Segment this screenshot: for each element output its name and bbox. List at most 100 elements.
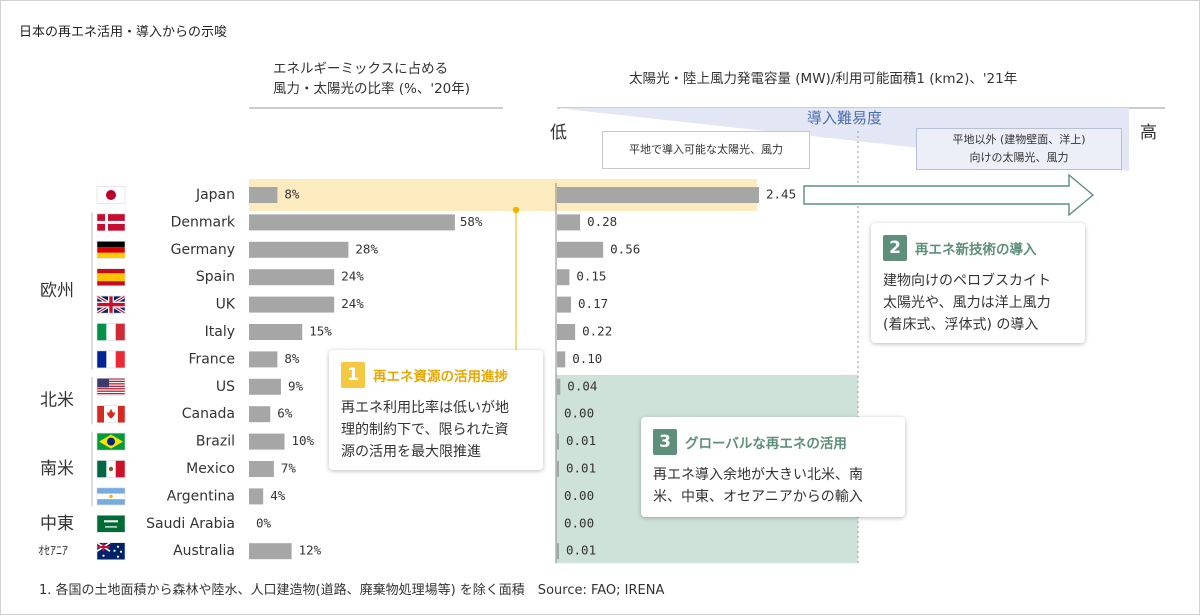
left-bar-japan <box>249 187 278 203</box>
country-label: Brazil <box>196 434 235 450</box>
slide: 日本の再エネ活用・導入からの示唆 エネルギーミックスに占める 風力・太陽光の比率… <box>0 0 1200 615</box>
italy-flag <box>96 323 126 341</box>
left-bar-canada <box>249 406 271 423</box>
right-bar-us <box>557 378 561 395</box>
flag-part <box>108 466 114 472</box>
card3-line1: 再エネ導入余地が大きい北米、南 <box>653 467 863 483</box>
right-bar-germany <box>557 241 604 258</box>
right-value-label: 0.00 <box>564 406 594 421</box>
flag-part <box>97 515 125 533</box>
card3-title: グローバルな再エネの活用 <box>685 436 847 452</box>
left-value-label: 8% <box>284 351 300 366</box>
non-flat-land-label: 平地以外 (建物壁面、洋上) 向けの太陽光、風力 <box>916 128 1122 170</box>
flat-land-label: 平地で導入可能な太陽光、風力 <box>602 131 810 169</box>
card2-number-badge: 2 <box>883 235 907 261</box>
country-label: Spain <box>196 269 235 285</box>
flag-part <box>115 460 125 478</box>
non-flat-label-line2: 向けの太陽光、風力 <box>969 151 1069 164</box>
difficulty-low-label: 低 <box>550 123 567 143</box>
left-value-label: 12% <box>299 543 322 558</box>
country-label: Australia <box>173 543 235 559</box>
right-value-label: 0.00 <box>564 488 594 503</box>
card2-body: 建物向けのペロブスカイト 太陽光や、風力は洋上風力 (着床式、浮体式) の導入 <box>883 270 1051 336</box>
right-bar-uk <box>557 296 572 313</box>
right-value-label: 0.28 <box>587 214 617 229</box>
uk-flag <box>96 294 126 315</box>
right-bar-italy <box>557 324 576 340</box>
country-label: Argentina <box>167 488 235 504</box>
region-label: 南米 <box>40 459 74 479</box>
left-bar-germany <box>249 241 349 258</box>
flag-part <box>97 393 125 395</box>
country-label: US <box>216 379 235 395</box>
card2-line2: 太陽光や、風力は洋上風力 <box>883 295 1051 311</box>
flag-part <box>109 494 113 499</box>
left-bar-argentina <box>249 488 264 505</box>
country-label: Saudi Arabia <box>146 516 235 532</box>
card3-body: 再エネ導入余地が大きい北米、南 米、中東、オセアニアからの輸入 <box>653 464 863 508</box>
card1-line3: 源の活用を最大限推進 <box>341 444 481 460</box>
flag-part <box>115 350 125 368</box>
flag-part <box>97 252 125 259</box>
non-flat-label-line1: 平地以外 (建物壁面、洋上) <box>952 133 1086 146</box>
flag-part <box>97 302 125 307</box>
left-value-label: 0% <box>256 515 272 530</box>
denmark-flag <box>96 213 126 232</box>
australia-flag <box>96 542 126 561</box>
insight-card-1: 1 再エネ資源の活用進捗 再エネ利用比率は低いが地 理的制約下で、限られた資 源… <box>329 350 543 470</box>
right-value-label: 0.01 <box>566 433 596 448</box>
left-bar-france <box>249 351 278 368</box>
argentina-flag <box>96 487 126 506</box>
right-value-label: 0.22 <box>582 324 612 339</box>
right-bar-france <box>557 351 566 368</box>
left-value-label: 9% <box>288 378 304 393</box>
region-label: 欧州 <box>40 281 74 301</box>
region-label: 北米 <box>40 391 74 411</box>
insight-card-2: 2 再エネ新技術の導入 建物向けのペロブスカイト 太陽光や、風力は洋上風力 (着… <box>871 223 1085 343</box>
card1-line2: 理的制約下で、限られた資 <box>341 422 509 438</box>
left-bar-denmark <box>249 214 455 231</box>
card1-number-badge: 1 <box>341 362 365 388</box>
left-value-label: 10% <box>292 433 315 448</box>
country-label: UK <box>216 297 236 313</box>
flag-part <box>97 405 104 423</box>
card1-title: 再エネ資源の活用進捗 <box>373 369 508 385</box>
flag-part <box>97 390 125 392</box>
insight-card-3: 3 グローバルな再エネの活用 再エネ導入余地が大きい北米、南 米、中東、オセアニ… <box>641 417 905 517</box>
flag-part <box>107 437 115 446</box>
left-value-label: 8% <box>284 187 300 202</box>
flag-part <box>106 323 116 341</box>
flag-part <box>97 323 107 341</box>
right-value-label: 0.15 <box>576 269 606 284</box>
france-flag <box>96 350 126 369</box>
flag-star <box>116 545 120 548</box>
flag-part <box>97 241 125 248</box>
right-value-label: 0.00 <box>564 515 594 530</box>
flag-part <box>97 220 125 224</box>
right-bar-brazil <box>557 433 559 450</box>
flag-part <box>105 526 117 528</box>
region-label: 中東 <box>40 514 74 534</box>
flag-star <box>113 549 116 552</box>
saudi-arabia-flag <box>96 514 126 533</box>
left-value-label: 28% <box>355 241 378 256</box>
right-bar-mexico <box>557 461 559 477</box>
region-label: ｵｾｱﾆｱ <box>38 544 68 558</box>
canada-flag <box>96 405 126 424</box>
right-bar-japan <box>557 187 759 203</box>
right-value-label: 0.01 <box>566 543 596 558</box>
left-value-label: 58% <box>460 214 483 229</box>
right-bar-denmark <box>557 214 581 231</box>
japan-flag <box>96 186 126 204</box>
right-value-label: 0.17 <box>578 296 608 311</box>
flag-star <box>102 554 105 557</box>
country-label: Denmark <box>171 214 236 230</box>
card2-line3: (着床式、浮体式) の導入 <box>883 317 1039 333</box>
flag-part <box>97 247 125 253</box>
spain-flag <box>96 268 126 287</box>
left-value-label: 6% <box>277 406 293 421</box>
card1-connector-dot <box>512 206 520 214</box>
right-bar-spain <box>557 269 570 286</box>
right-value-label: 0.10 <box>572 351 602 366</box>
right-value-label: 0.56 <box>610 241 640 256</box>
